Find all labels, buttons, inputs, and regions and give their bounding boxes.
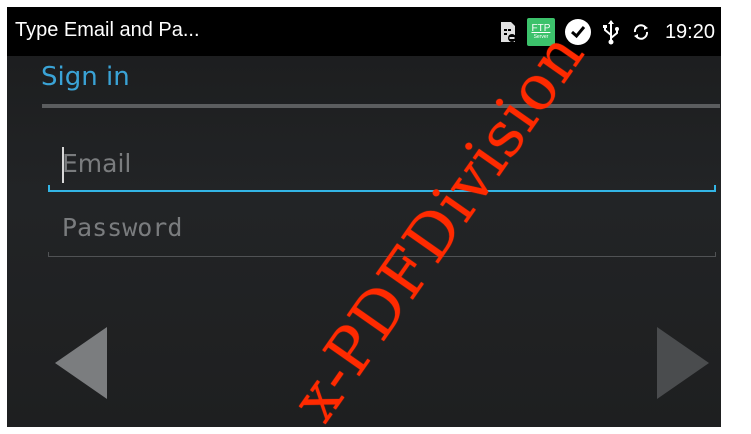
email-field[interactable] [48, 139, 716, 187]
email-field-wrapper [48, 139, 716, 195]
status-bar: Type Email and Pa... FTP Server 19:20 [7, 7, 721, 56]
header-divider [42, 104, 720, 108]
text-cursor [62, 147, 64, 183]
ftp-server-icon: FTP Server [526, 18, 555, 46]
sim-card-icon [499, 21, 517, 43]
password-field[interactable] [48, 203, 716, 251]
next-button[interactable] [653, 325, 713, 401]
clock: 19:20 [664, 20, 715, 43]
check-icon [564, 19, 591, 45]
email-underline [48, 185, 716, 192]
device-screen: Type Email and Pa... FTP Server 19:20 Si… [7, 7, 721, 427]
ftp-label: FTP [531, 23, 551, 34]
password-underline [48, 252, 716, 257]
ftp-sub-label: Server [533, 34, 549, 40]
password-field-wrapper [48, 203, 716, 259]
page-title: Sign in [41, 62, 130, 92]
previous-button[interactable] [51, 325, 111, 401]
status-icons: FTP Server 19:20 [499, 15, 715, 49]
usb-icon [601, 19, 621, 45]
sync-icon [631, 20, 651, 44]
status-title: Type Email and Pa... [15, 19, 200, 41]
arrow-left-icon [55, 327, 107, 399]
arrow-right-icon [657, 327, 709, 399]
